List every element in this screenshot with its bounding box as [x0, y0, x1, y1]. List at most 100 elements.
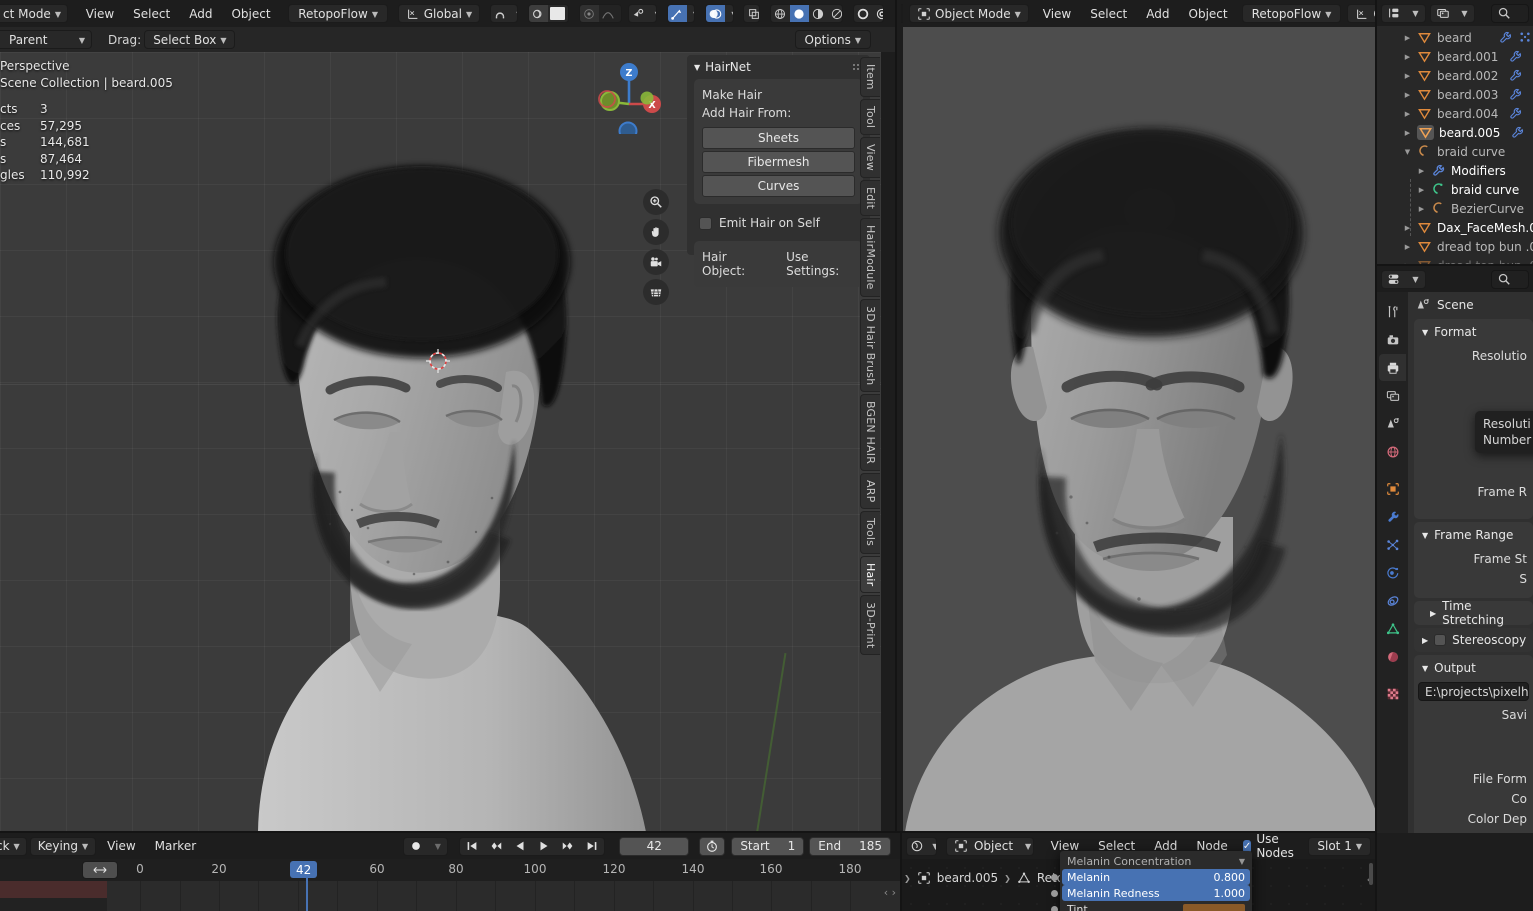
modifier-wrench-icon[interactable]	[1498, 30, 1513, 45]
timeline-editor[interactable]: ck ▼ Keying ▼ View Marker ▼	[0, 833, 900, 911]
outliner-display-mode[interactable]: ▼	[1381, 3, 1426, 23]
rendered-shading-icon[interactable]	[828, 5, 842, 22]
expand-icon[interactable]: ▶	[1403, 91, 1412, 99]
timeline-menu-marker[interactable]: Marker	[147, 836, 204, 856]
visibility-group[interactable]: ▼	[628, 4, 657, 23]
gizmo-toggle-icon[interactable]	[667, 5, 687, 22]
output-path-field[interactable]: E:\projects\pixelhair\	[1418, 682, 1529, 701]
expand-icon[interactable]: ▶	[1403, 129, 1412, 137]
prop-row-saving[interactable]: Savi	[1414, 705, 1533, 725]
prop-row-frame-rate[interactable]: Frame R	[1414, 482, 1533, 502]
shading-ball-icon[interactable]	[907, 838, 926, 855]
properties-tab-material[interactable]	[1379, 643, 1406, 670]
ortho-toggle-button[interactable]	[643, 279, 669, 305]
properties-tab-data[interactable]	[1379, 615, 1406, 642]
record-icon[interactable]	[404, 838, 428, 855]
expand-icon[interactable]: ▶	[1403, 53, 1412, 61]
outliner[interactable]: ▼ ▼ ▶ beard ▶ beard.001 ▶ beard.002 ▶ be…	[1377, 0, 1533, 265]
retopoflow-menu[interactable]: RetopoFlow ▼	[288, 4, 388, 23]
shading-group[interactable]: ▼	[769, 4, 843, 23]
gizmo-group[interactable]: ▼	[666, 4, 696, 23]
falloff-curve-icon[interactable]	[599, 5, 618, 22]
divider-horizontal-bottom[interactable]	[0, 831, 1375, 833]
editor-type-icon[interactable]	[902, 5, 903, 22]
next-keyframe-button[interactable]	[556, 838, 580, 855]
prop-row-frame-step[interactable]: S	[1414, 569, 1533, 589]
camera-nav-button[interactable]	[643, 249, 669, 275]
divider-vertical-main[interactable]	[895, 0, 897, 833]
properties-tab-modifier[interactable]	[1379, 503, 1406, 530]
viewport-render-icon[interactable]	[854, 5, 873, 22]
expand-icon[interactable]: ▶	[1403, 243, 1412, 251]
editor-type-dropdown[interactable]: ▼	[926, 838, 936, 855]
properties-tab-world[interactable]	[1379, 438, 1406, 465]
jump-to-end-button[interactable]	[580, 838, 604, 855]
panel-time-stretching-header[interactable]: ▶ Time Stretching	[1414, 598, 1533, 628]
shader-type-selector[interactable]: Object ▼	[945, 836, 1034, 856]
options-button[interactable]: Options ▼	[794, 30, 871, 49]
auto-keying-dropdown[interactable]: ▼	[428, 838, 447, 855]
overlays-dropdown[interactable]: ▼	[725, 5, 732, 22]
tab-3d-hair-brush[interactable]: 3D Hair Brush	[860, 298, 880, 393]
falloff-sphere-icon[interactable]	[579, 5, 599, 22]
expand-icon[interactable]: ▶	[1417, 205, 1426, 213]
editor-type-selector[interactable]: ▼	[901, 4, 903, 23]
proportional-group[interactable]: ▼	[528, 4, 570, 23]
outliner-row-beard-001[interactable]: ▶ beard.001	[1377, 47, 1533, 66]
mode-selector-right[interactable]: Object Mode ▼	[909, 4, 1029, 23]
viewport-left[interactable]: ct Mode ▼ View Select Add Object RetopoF…	[0, 0, 895, 833]
overlays-group[interactable]: ▼	[704, 4, 734, 23]
properties-search[interactable]	[1491, 269, 1529, 289]
menu-object[interactable]: Object	[1181, 4, 1236, 24]
expand-icon[interactable]: ▶	[1403, 72, 1412, 80]
timeline-menu-view[interactable]: View	[99, 836, 143, 856]
panel-frame-range[interactable]: ▼ Frame Range Frame St S	[1414, 522, 1533, 598]
modifier-wrench-icon[interactable]	[1508, 87, 1523, 102]
snap-magnet-icon[interactable]	[491, 5, 510, 22]
properties-editor-icon[interactable]	[1382, 271, 1406, 288]
modifier-wrench-icon[interactable]	[1508, 49, 1523, 64]
auto-keying-group[interactable]: ▼	[403, 836, 449, 856]
fibermesh-button[interactable]: Fibermesh	[702, 151, 855, 173]
outliner-row-beard[interactable]: ▶ beard	[1377, 28, 1533, 47]
channel-row[interactable]	[0, 898, 107, 911]
playback-controls[interactable]	[459, 836, 606, 856]
filter-dropdown[interactable]: ▼	[1455, 5, 1474, 22]
image-icon[interactable]	[1431, 5, 1455, 22]
playhead-label[interactable]: 42	[290, 861, 318, 878]
display-mode-dropdown[interactable]: ▼	[1406, 5, 1425, 22]
n-panel-tabs[interactable]: Item Tool View Edit HairModule 3D Hair B…	[860, 57, 880, 656]
outliner-row-beard-002[interactable]: ▶ beard.002	[1377, 66, 1533, 85]
tab-tool[interactable]: Tool	[860, 98, 880, 136]
properties-editor-type[interactable]: ▼	[1381, 269, 1426, 289]
proportional-dropdown[interactable]: ▼	[567, 5, 568, 22]
menu-add[interactable]: Add	[1138, 4, 1177, 24]
snap-dropdown[interactable]: ▼	[510, 5, 517, 22]
outliner-row-braid-curve[interactable]: ▼ braid curve	[1377, 142, 1533, 161]
expand-icon[interactable]: ▶	[1403, 110, 1412, 118]
editor-type-dropdown[interactable]: ▼	[1406, 271, 1425, 288]
tab-tools[interactable]: Tools	[860, 511, 880, 554]
sheets-button[interactable]: Sheets	[702, 127, 855, 149]
prop-row-frame-start[interactable]: Frame St	[1414, 549, 1533, 569]
outliner-row-beard-004[interactable]: ▶ beard.004	[1377, 104, 1533, 123]
tab-arp[interactable]: ARP	[860, 473, 880, 510]
menu-select[interactable]: Select	[1082, 4, 1135, 24]
properties-tab-particles[interactable]	[1379, 531, 1406, 558]
falloff-dropdown[interactable]: ▼	[618, 5, 621, 22]
node-socket-dot[interactable]	[1051, 874, 1058, 881]
properties-body[interactable]: Scene ▼ Format Resolutio Frame R ▼ Frame…	[1408, 292, 1533, 833]
properties-tab-render[interactable]	[1379, 326, 1406, 353]
modifier-wrench-icon[interactable]	[1508, 106, 1523, 121]
properties-tab-view-layer[interactable]	[1379, 382, 1406, 409]
particles-icon[interactable]	[1518, 30, 1533, 45]
panel-frame-range-header[interactable]: ▼ Frame Range	[1414, 527, 1533, 543]
panel-stereoscopy-header[interactable]: ▶ Stereoscopy	[1414, 632, 1533, 648]
wireframe-shading-icon[interactable]	[771, 5, 790, 22]
outliner-row-dread-top-bun-1[interactable]: ▶ dread top bun .00	[1377, 237, 1533, 256]
viewport-render-alt-icon[interactable]	[873, 5, 884, 22]
menu-object[interactable]: Object	[223, 4, 278, 24]
prop-row-color[interactable]: Co	[1414, 789, 1533, 809]
emit-hair-checkbox[interactable]	[699, 216, 712, 230]
collapse-icon[interactable]: ▼	[1403, 148, 1412, 156]
